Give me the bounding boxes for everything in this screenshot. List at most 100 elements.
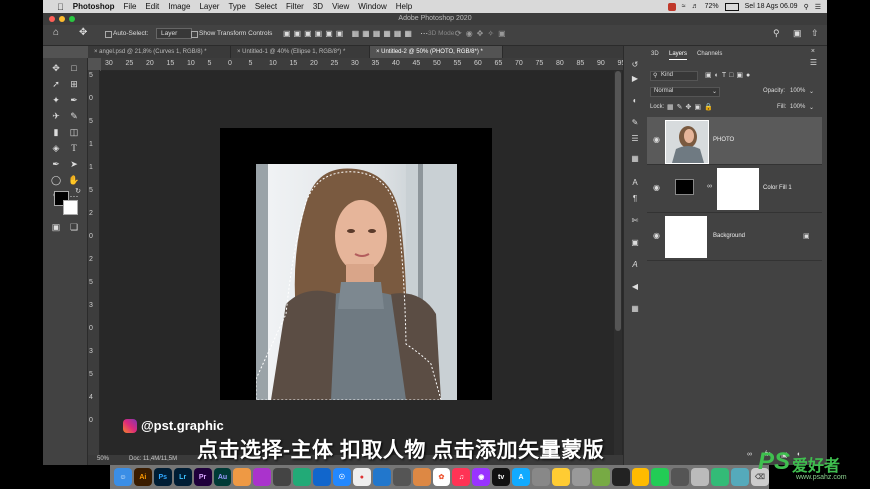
app-icon[interactable] (412, 468, 431, 486)
chrome-icon[interactable]: ● (352, 468, 371, 486)
glyphs-icon[interactable]: A (629, 260, 641, 271)
blend-mode-dropdown[interactable]: Normal ⌄ (650, 87, 720, 97)
menu-layer[interactable]: Layer (199, 2, 219, 11)
screen-mode-icon[interactable]: ❏ (67, 221, 81, 233)
app-icon[interactable] (691, 468, 710, 486)
illustrator-icon[interactable]: Ai (133, 468, 152, 486)
paragraph-icon[interactable]: ¶ (629, 194, 641, 205)
tab-3d[interactable]: 3D (651, 51, 659, 57)
tools-icon[interactable]: ✄ (629, 216, 641, 227)
premiere-icon[interactable]: Pr (193, 468, 212, 486)
menu-help[interactable]: Help (396, 2, 412, 11)
adjustments-icon[interactable]: ◐ (629, 96, 641, 107)
chevron-down-icon[interactable]: ⌄ (809, 88, 814, 95)
app-icon[interactable] (611, 468, 630, 486)
menu-edit[interactable]: Edit (145, 2, 159, 11)
app-icon[interactable] (651, 468, 670, 486)
tv-icon[interactable]: tv (492, 468, 511, 486)
fill-input[interactable]: 100% (790, 104, 805, 110)
zoom-level[interactable]: 50% (97, 456, 109, 462)
menu-filter[interactable]: Filter (286, 2, 304, 11)
workspace-icon[interactable]: ▣ (793, 28, 802, 39)
app-store-icon[interactable]: A (512, 468, 531, 486)
brushes-icon[interactable]: ✎ (629, 118, 641, 129)
clock[interactable]: Sel 18 Ags 06.09 (745, 3, 798, 10)
home-icon[interactable]: ⌂ (53, 27, 59, 38)
layer-name-color-fill[interactable]: Color Fill 1 (763, 185, 792, 191)
search-icon[interactable]: ⚲ (804, 3, 809, 11)
menu-file[interactable]: File (124, 2, 137, 11)
panel-menu-icon[interactable]: ☰ (810, 58, 817, 67)
align-icons[interactable]: ▣▣▣▣▣▣ ▦▦▦▦▦▦ ⋯ (283, 29, 431, 38)
pen-tool[interactable]: ✒ (49, 158, 63, 170)
app-icon[interactable] (273, 468, 292, 486)
layer-row-background[interactable]: ◉ Background ▣ (647, 213, 822, 261)
ellipse-tool[interactable]: ◯ (49, 174, 63, 186)
swatches-icon[interactable]: ▦ (629, 304, 641, 315)
tab-channels[interactable]: Channels (697, 51, 722, 57)
app-icon[interactable] (233, 468, 252, 486)
battery-percent[interactable]: 72% (705, 3, 719, 10)
menu-window[interactable]: Window (358, 2, 386, 11)
podcasts-icon[interactable]: ◉ (472, 468, 491, 486)
record-icon[interactable] (667, 2, 676, 11)
history-icon[interactable]: ↺ (629, 60, 641, 71)
music-icon[interactable]: ♫ (452, 468, 471, 486)
app-icon[interactable] (313, 468, 331, 486)
lightroom-icon[interactable]: Lr (173, 468, 192, 486)
app-icon[interactable] (631, 468, 650, 486)
brush-tool[interactable]: ✎ (67, 110, 81, 122)
app-icon[interactable] (293, 468, 312, 486)
vertical-scrollbar[interactable] (614, 71, 622, 458)
link-icon[interactable]: ∞ (707, 183, 712, 190)
properties-icon[interactable]: ☰ (629, 134, 641, 145)
app-icon[interactable] (591, 468, 610, 486)
photoshop-icon[interactable]: Ps (153, 468, 172, 486)
menu-type[interactable]: Type (228, 2, 245, 11)
app-icon[interactable] (551, 468, 570, 486)
zoom-window-button[interactable] (69, 16, 75, 22)
search-panel-icon[interactable]: ⚲ (773, 28, 780, 39)
control-center-icon[interactable]: ☰ (815, 3, 821, 11)
libraries-icon[interactable]: ▦ (629, 154, 641, 165)
app-icon[interactable] (392, 468, 411, 486)
panel-close-icon[interactable]: × (811, 48, 815, 55)
menu-select[interactable]: Select (255, 2, 277, 11)
background-color-swatch[interactable] (63, 200, 78, 215)
close-window-button[interactable] (49, 16, 55, 22)
lock-icons[interactable]: ▦✎✥▣🔒 (667, 103, 716, 111)
layer-mask-thumbnail[interactable] (717, 168, 759, 210)
doc-size[interactable]: Doc: 11,4M/11,5M (129, 456, 177, 462)
auto-select-checkbox[interactable] (105, 31, 112, 38)
scroll-thumb[interactable] (615, 71, 621, 331)
chevron-down-icon[interactable]: ⌄ (809, 104, 814, 111)
finder-icon[interactable]: ☺ (114, 468, 132, 486)
layer-name-background[interactable]: Background (713, 233, 745, 239)
crop-tool[interactable]: ⊞ (67, 78, 81, 90)
quick-mask-icon[interactable]: ▣ (49, 221, 63, 233)
filter-icons[interactable]: ▣◐T□▣● (705, 71, 753, 79)
3d-icon[interactable]: ◀ (629, 282, 641, 293)
tab-untitled-1[interactable]: × Untitled-1 @ 40% (Ellipse 1, RGB/8*) * (231, 46, 370, 58)
tab-layers[interactable]: Layers (669, 51, 688, 60)
path-select-tool[interactable]: ➤ (67, 158, 81, 170)
stamp-tool[interactable]: ▮ (49, 126, 63, 138)
app-icon[interactable] (571, 468, 590, 486)
hand-tool[interactable]: ✋ (67, 174, 81, 186)
visibility-eye-icon[interactable]: ◉ (653, 135, 660, 144)
tab-angel[interactable]: × angel.psd @ 21,8% (Curves 1, RGB/8) * (88, 46, 231, 58)
app-icon[interactable] (671, 468, 690, 486)
menu-view[interactable]: View (332, 2, 349, 11)
photos-icon[interactable]: ✿ (432, 468, 451, 486)
visibility-eye-icon[interactable]: ◉ (653, 183, 660, 192)
auto-select-dropdown[interactable]: Layer (156, 28, 192, 39)
actions-icon[interactable]: ▶ (629, 74, 641, 85)
transform-checkbox[interactable] (191, 31, 198, 38)
bucket-tool[interactable]: ◈ (49, 142, 63, 154)
eraser-tool[interactable]: ◫ (67, 126, 81, 138)
3d-mode-icons[interactable]: ⟳◉✥✧▣ (455, 29, 510, 38)
minimize-window-button[interactable] (59, 16, 65, 22)
app-icon[interactable] (711, 468, 730, 486)
folder-icon[interactable] (731, 468, 749, 486)
menu-app-name[interactable]: Photoshop (73, 2, 115, 11)
